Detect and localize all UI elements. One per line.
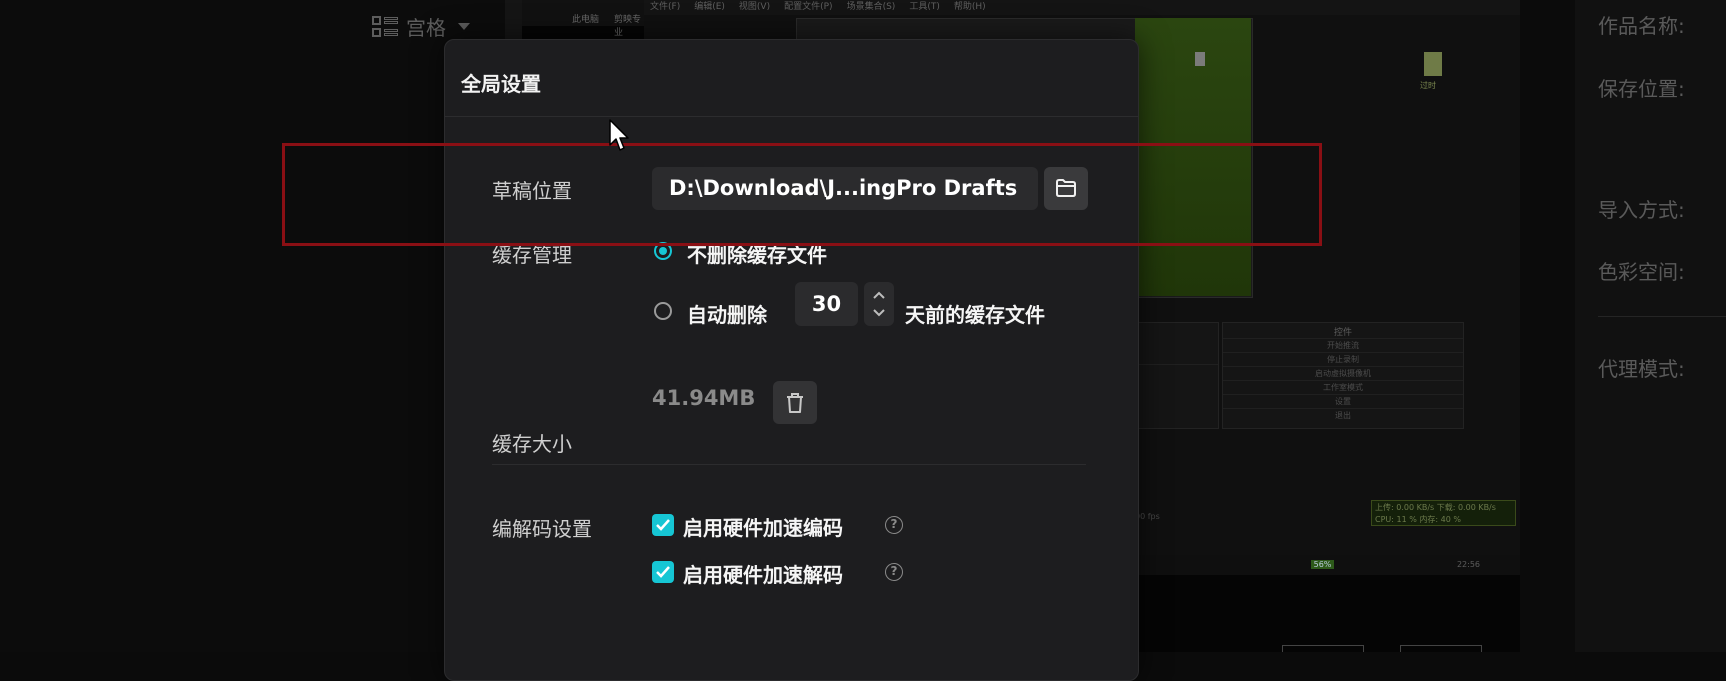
file-label: 过时 [1420,81,1436,90]
hidden-button [1282,645,1364,652]
obs-menu-item: 配置文件(P) [784,2,833,12]
checkmark-icon [656,566,670,578]
dock-button: 停止录制 [1223,352,1463,366]
taskbar-time: 22:56 [1456,560,1480,569]
dock-button: 工作室模式 [1223,380,1463,394]
hw-decode-label[interactable]: 启用硬件加速解码 [683,559,843,588]
chevron-down-icon[interactable] [872,308,886,318]
cache-days-stepper[interactable] [864,282,894,326]
dialog-title: 全局设置 [461,72,541,96]
checkmark-icon [656,519,670,531]
desktop-icon-label: 此电脑 [572,15,600,25]
section-divider [492,464,1086,465]
hw-decode-help-icon[interactable]: ? [885,563,903,581]
auto-delete-option-label[interactable]: 自动删除 [687,299,767,328]
obs-menu-item: 编辑(E) [694,2,725,12]
stats-line: 上传: 0.00 KB/s 下载: 0.00 KB/s [1375,503,1496,512]
cache-size-label: 缓存大小 [492,432,572,456]
dock-button: 启动虚拟摄像机 [1223,366,1463,380]
obs-menubar: 文件(F) 编辑(E) 视图(V) 配置文件(P) 场景集合(S) 工具(T) … [644,0,1520,15]
grid-view-icon [372,15,398,38]
dock-title: 控件 [1333,328,1352,338]
obs-controls-dock: 控件 开始推流 停止录制 启动虚拟摄像机 工作室模式 设置 退出 [1222,322,1464,429]
dock-button: 退出 [1223,408,1463,422]
proxy-mode-label: 代理模式: [1598,357,1685,381]
hw-encode-checkbox[interactable] [652,514,674,536]
obs-menu-item: 场景集合(S) [846,2,896,12]
clear-cache-button[interactable] [773,381,817,424]
dialog-header-divider [445,116,1138,117]
obs-menu-item: 工具(T) [909,2,940,12]
auto-delete-suffix-label: 天前的缓存文件 [905,303,1045,327]
dock-button: 开始推流 [1223,338,1463,352]
caret-down-icon [458,23,470,30]
obs-stats-overlay: 上传: 0.00 KB/s 下载: 0.00 KB/s CPU: 11 % 内存… [1371,500,1516,526]
annotation-highlight-box [282,143,1322,246]
color-space-label: 色彩空间: [1598,260,1685,284]
file-icon [1195,52,1205,66]
desktop-strip: 此电脑 剪映专业 [522,0,644,38]
view-mode-label: 宫格 [406,16,446,40]
obs-menu-item: 文件(F) [650,2,681,12]
global-settings-dialog: 全局设置 草稿位置 D:\Download\J...ingPro Drafts … [444,39,1139,681]
background-left-area [0,0,505,652]
chevron-up-icon[interactable] [872,290,886,300]
taskbar-badge: 56% [1310,560,1335,569]
hw-decode-checkbox[interactable] [652,561,674,583]
desktop-icon-label: 剪映专业 [614,15,642,38]
obs-menu-item: 帮助(H) [953,2,986,12]
auto-delete-radio[interactable] [654,302,672,320]
hw-encode-label[interactable]: 启用硬件加速编码 [683,512,843,541]
panel-divider [1598,316,1726,317]
hidden-button [1400,645,1482,652]
obs-menu-item: 视图(V) [738,2,771,12]
import-mode-label: 导入方式: [1598,198,1685,222]
mouse-cursor-icon [609,119,629,151]
codec-settings-label: 编解码设置 [492,517,592,541]
stats-line: CPU: 11 % 内存: 40 % [1375,515,1461,524]
file-icon [1424,52,1442,76]
trash-icon [787,393,803,413]
cache-size-value: 41.94MB [652,386,756,410]
cache-days-input[interactable]: 30 [795,282,858,326]
work-name-label: 作品名称: [1598,14,1685,38]
dock-button: 设置 [1223,394,1463,408]
view-mode-toggle[interactable]: 宫格 [372,12,470,41]
hw-encode-help-icon[interactable]: ? [885,516,903,534]
save-location-label: 保存位置: [1598,77,1685,101]
